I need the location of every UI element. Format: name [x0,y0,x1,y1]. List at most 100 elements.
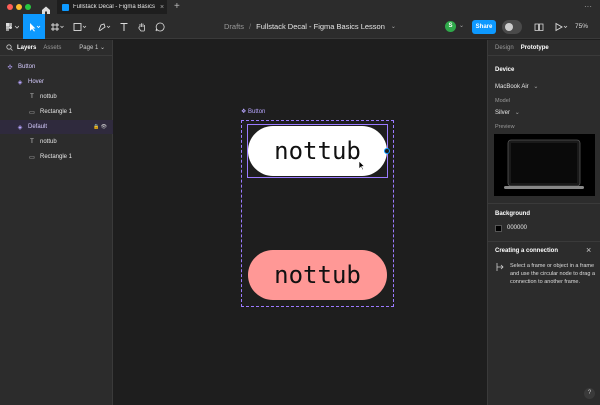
layer-label: Hover [28,79,45,85]
button-hover-variant[interactable]: nottub [248,250,387,300]
model-select[interactable]: Silver ⌄ [495,109,520,116]
rectangle-icon [73,22,87,31]
tab-design[interactable]: Design [495,45,514,51]
figma-toolbar: Drafts / Fullstack Decal - Figma Basics … [0,14,600,39]
preview-label: Preview [495,124,515,130]
layers-panel: Layers Assets Page 1 ⌄ ✣ Button ◈ Hover … [0,40,113,405]
background-heading: Background [495,211,531,217]
design-canvas[interactable]: ❖ Button nottub nottub [113,40,487,405]
selection-box [247,124,388,178]
breadcrumb-separator: / [249,22,252,31]
breadcrumb: Drafts / Fullstack Decal - Figma Basics … [224,14,396,39]
rectangle-layer-icon: ▭ [29,109,35,116]
chevron-down-icon: ⌄ [533,84,539,90]
zoom-level[interactable]: 75% [575,14,588,39]
close-window-button[interactable] [7,4,13,10]
device-value: MacBook Air [495,84,529,90]
zoom-window-button[interactable] [25,4,31,10]
pen-tool-button[interactable] [94,14,114,39]
present-button[interactable] [552,14,570,39]
browser-title-bar: Fullstack Decal - Figma Basics Les × + ·… [0,0,600,14]
rectangle-layer-icon: ▭ [29,154,35,161]
left-panel-tabs: Layers Assets Page 1 ⌄ [0,40,112,56]
divider [488,241,600,242]
main-menu-button[interactable] [2,14,22,39]
properties-panel: Design Prototype Device MacBook Air ⌄ Mo… [487,40,600,405]
connection-hint-title: Creating a connection [495,248,559,254]
frame-hash-icon [51,22,64,31]
layer-label: Button [18,64,36,70]
layer-label: nottub [40,139,57,145]
layer-row-text[interactable]: T nottub [0,90,113,104]
file-name[interactable]: Fullstack Decal - Figma Basics Lesson [256,22,385,31]
layer-label: nottub [40,94,57,100]
tab-layers[interactable]: Layers [17,45,36,51]
chevron-down-icon: ⌄ [99,45,105,51]
page-label: Page 1 [79,45,99,51]
device-heading: Device [495,67,515,73]
more-options-icon[interactable]: ··· [584,0,592,13]
frame-label[interactable]: ❖ Button [241,108,265,115]
connection-hint-text: Select a frame or object in a frame and … [510,263,596,285]
layer-row-rectangle[interactable]: ▭ Rectangle 1 [0,105,113,119]
new-tab-button[interactable]: + [174,0,180,13]
library-button[interactable] [532,14,546,39]
hand-tool-button[interactable] [135,14,149,39]
text-layer-icon: T [30,94,34,100]
close-tab-icon[interactable]: × [157,4,167,11]
dev-mode-toggle[interactable] [502,20,522,34]
browser-tab[interactable]: Fullstack Decal - Figma Basics Les × [57,0,167,14]
comment-icon [155,22,165,31]
right-panel-tabs: Design Prototype [488,40,600,56]
layer-row-hover[interactable]: ◈ Hover [0,75,113,89]
layer-row-rectangle[interactable]: ▭ Rectangle 1 [0,150,113,164]
model-label: Model [495,98,510,104]
hand-icon [138,22,146,31]
move-tool-button[interactable] [23,14,45,39]
code-icon [505,23,513,31]
variant-icon: ◈ [17,79,23,86]
close-icon[interactable]: × [586,245,591,255]
text-layer-icon: T [30,139,34,145]
text-tool-button[interactable] [117,14,131,39]
shape-tool-button[interactable] [70,14,90,39]
chevron-down-icon[interactable]: ⌄ [459,22,464,29]
text-icon [120,22,128,31]
model-value: Silver [495,110,511,116]
comment-tool-button[interactable] [153,14,167,39]
home-icon[interactable] [41,2,51,14]
component-set-icon: ✣ [7,64,13,71]
help-button[interactable]: ? [584,388,595,399]
lock-and-visibility-icons[interactable]: 🔒 👁 [93,124,107,130]
variant-icon: ◈ [17,124,23,131]
tab-prototype[interactable]: Prototype [521,45,549,51]
figma-menu-icon [6,22,19,31]
background-color-swatch[interactable] [495,225,502,232]
page-selector[interactable]: Page 1 ⌄ [79,44,105,51]
layer-label: Rectangle 1 [40,109,73,115]
avatar[interactable]: S [445,21,456,32]
background-hex-value[interactable]: 000000 [507,225,527,231]
divider [488,203,600,204]
book-icon [534,23,544,31]
layer-row-button[interactable]: ✣ Button [0,60,113,74]
laptop-icon [504,139,584,189]
layer-label: Rectangle 1 [40,154,73,160]
chevron-down-icon[interactable]: ⌄ [391,23,396,30]
frame-tool-button[interactable] [47,14,67,39]
device-preview [494,134,595,196]
search-icon[interactable] [6,44,13,51]
play-icon [555,22,568,31]
share-button[interactable]: Share [472,20,496,34]
pen-icon [98,22,111,31]
figma-favicon-icon [62,3,69,11]
connection-node-handle[interactable] [384,148,390,154]
layer-label: Default [28,124,48,130]
layer-row-text[interactable]: T nottub [0,135,113,149]
mouse-cursor-icon [358,160,366,171]
tab-assets[interactable]: Assets [43,45,61,51]
layer-row-default[interactable]: ◈ Default 🔒 👁 [0,120,113,134]
breadcrumb-drafts[interactable]: Drafts [224,22,244,31]
minimize-window-button[interactable] [16,4,22,10]
device-select[interactable]: MacBook Air ⌄ [495,83,538,90]
